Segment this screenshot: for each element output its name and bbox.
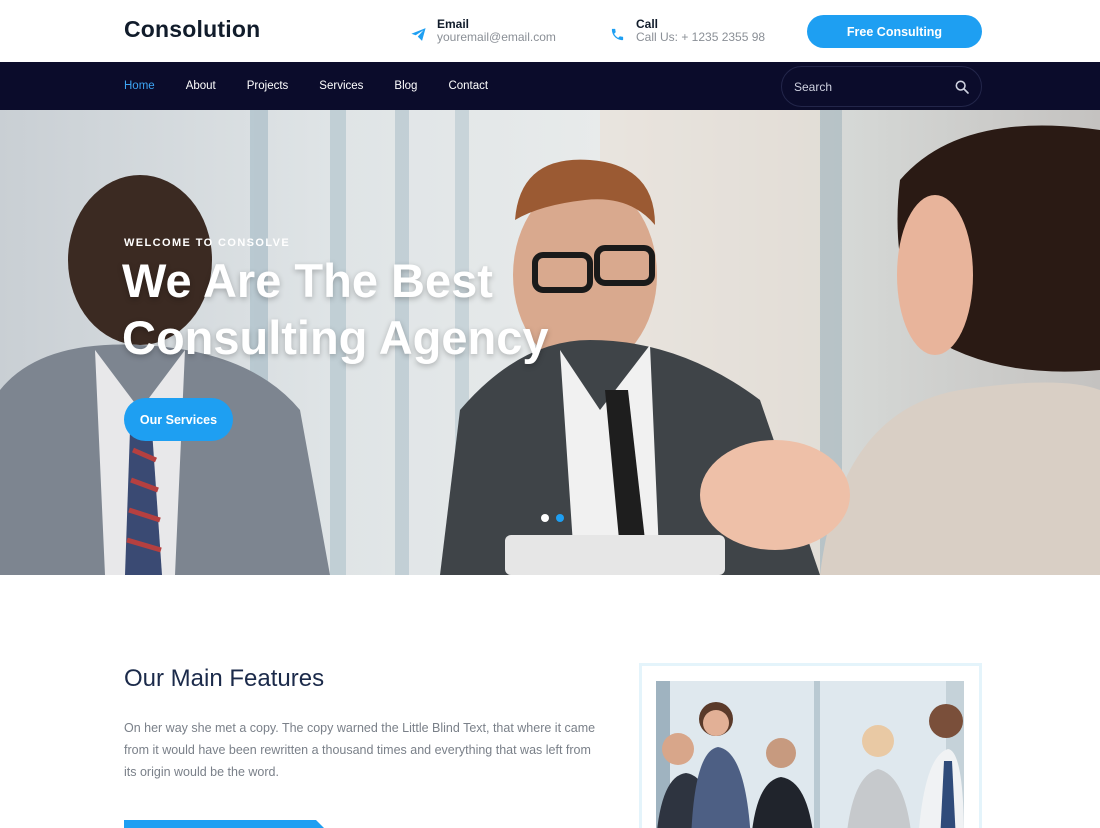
- search-box: [781, 66, 982, 107]
- features-description: On her way she met a copy. The copy warn…: [124, 721, 596, 779]
- email-value: youremail@email.com: [437, 30, 556, 44]
- paper-plane-icon: [408, 24, 428, 44]
- nav-item-home[interactable]: Home: [124, 80, 155, 92]
- call-contact[interactable]: Call Call Us: + 1235 2355 98: [607, 18, 765, 44]
- slider-dot-1[interactable]: [541, 514, 549, 522]
- free-consulting-button[interactable]: Free Consulting: [807, 15, 982, 48]
- top-header: Consolution Email youremail@email.com Ca…: [0, 0, 1100, 62]
- team-photo: [656, 681, 964, 828]
- hero-slider: WELCOME TO CONSOLVE We Are The Best Cons…: [0, 110, 1100, 575]
- features-title: Our Main Features: [124, 665, 325, 692]
- call-value: Call Us: + 1235 2355 98: [636, 30, 766, 44]
- phone-icon: [607, 24, 627, 44]
- slider-dot-2[interactable]: [556, 514, 564, 522]
- search-input[interactable]: [794, 76, 944, 98]
- nav-item-about[interactable]: About: [186, 80, 216, 92]
- search-icon[interactable]: [954, 79, 970, 95]
- hero-eyebrow: WELCOME TO CONSOLVE: [124, 237, 291, 249]
- our-services-button[interactable]: Our Services: [124, 398, 233, 441]
- nav-item-blog[interactable]: Blog: [394, 80, 417, 92]
- site-logo[interactable]: Consolution: [124, 16, 260, 43]
- nav-menu: Home About Projects Services Blog Contac…: [124, 62, 519, 110]
- nav-item-contact[interactable]: Contact: [448, 80, 488, 92]
- nav-item-projects[interactable]: Projects: [247, 80, 289, 92]
- nav-item-services[interactable]: Services: [319, 80, 363, 92]
- hero-title: We Are The Best Consulting Agency: [122, 254, 549, 364]
- email-contact[interactable]: Email youremail@email.com: [408, 18, 556, 44]
- features-accent-bar: [124, 820, 324, 828]
